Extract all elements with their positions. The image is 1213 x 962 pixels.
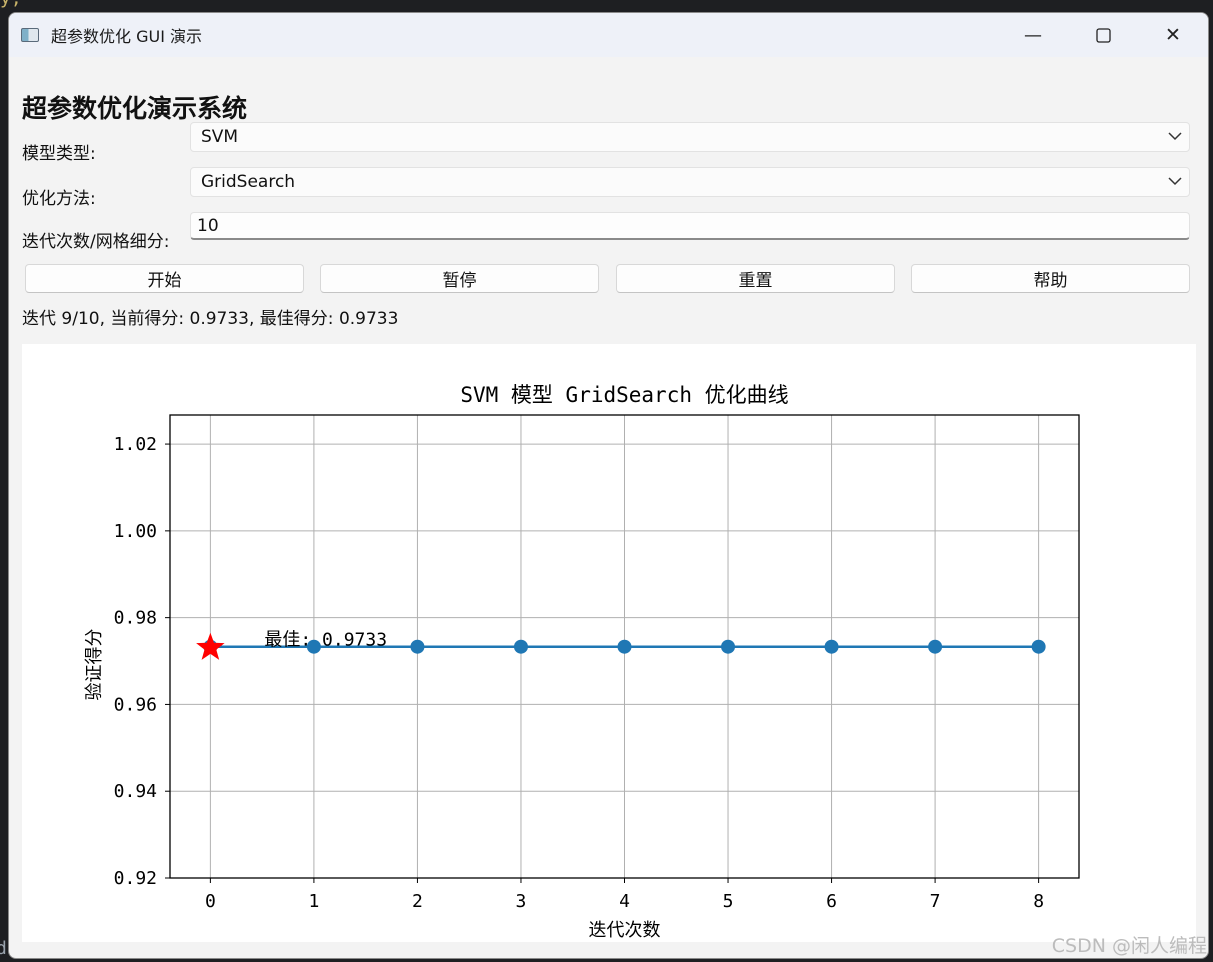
- x-tick-label: 2: [412, 891, 423, 912]
- x-tick-label: 6: [826, 891, 837, 912]
- y-tick-label: 0.96: [114, 694, 157, 715]
- background-code-fragment: y,: [0, 0, 22, 9]
- pause-button[interactable]: 暂停: [320, 264, 599, 293]
- data-point: [410, 639, 425, 654]
- iterations-value: 10: [197, 215, 219, 236]
- x-tick-label: 1: [308, 891, 319, 912]
- window-title: 超参数优化 GUI 演示: [51, 27, 203, 46]
- y-tick-label: 0.92: [114, 868, 157, 889]
- optimization-chart: SVM 模型 GridSearch 优化曲线 0 1 2 3 4 5 6 7 8 0.92 0.94 0…: [84, 383, 1080, 941]
- chevron-down-icon: [1168, 177, 1182, 186]
- y-tick-label: 0.98: [114, 608, 157, 629]
- app-icon: [21, 28, 39, 42]
- title-bar: 超参数优化 GUI 演示 — ✕: [9, 13, 1208, 57]
- model-type-select[interactable]: SVM: [190, 122, 1190, 152]
- close-button[interactable]: ✕: [1138, 13, 1208, 57]
- maximize-icon: [1095, 27, 1111, 43]
- maximize-button[interactable]: [1068, 13, 1138, 57]
- close-icon: ✕: [1165, 24, 1181, 46]
- chart-title: SVM 模型 GridSearch 优化曲线: [460, 383, 788, 407]
- window-controls: — ✕: [998, 13, 1208, 57]
- data-point: [928, 639, 943, 654]
- y-tick-label: 1.02: [114, 434, 157, 455]
- help-button[interactable]: 帮助: [911, 264, 1190, 293]
- iterations-label: 迭代次数/网格细分:: [22, 232, 170, 252]
- minimize-icon: —: [1024, 24, 1042, 46]
- best-annotation: 最佳: 0.9733: [264, 630, 387, 651]
- x-tick-label: 8: [1033, 891, 1044, 912]
- x-tick-label: 7: [930, 891, 941, 912]
- plot-canvas: SVM 模型 GridSearch 优化曲线 0 1 2 3 4 5 6 7 8 0.92 0.94 0…: [22, 344, 1196, 942]
- data-point: [1031, 639, 1046, 654]
- status-text: 迭代 9/10, 当前得分: 0.9733, 最佳得分: 0.9733: [22, 309, 399, 329]
- data-point: [824, 639, 839, 654]
- watermark: CSDN @闲人编程: [1051, 935, 1207, 957]
- app-window: 超参数优化 GUI 演示 — ✕ 超参数优化演示系统 模型类型: SVM 优化方…: [8, 12, 1209, 959]
- data-point: [617, 639, 632, 654]
- x-axis-label: 迭代次数: [589, 920, 661, 941]
- y-tick-label: 0.94: [114, 781, 157, 802]
- optimization-method-select[interactable]: GridSearch: [190, 167, 1190, 197]
- y-axis-label: 验证得分: [84, 629, 105, 701]
- optimization-method-value: GridSearch: [201, 172, 296, 192]
- x-tick-label: 0: [205, 891, 216, 912]
- model-type-value: SVM: [201, 127, 239, 147]
- page-title: 超参数优化演示系统: [22, 94, 248, 123]
- start-button[interactable]: 开始: [25, 264, 304, 293]
- data-point: [721, 639, 736, 654]
- optimization-method-label: 优化方法:: [22, 189, 96, 209]
- x-tick-label: 4: [619, 891, 630, 912]
- x-tick-label: 3: [516, 891, 527, 912]
- iterations-input[interactable]: 10: [190, 212, 1190, 240]
- model-type-label: 模型类型:: [22, 144, 96, 164]
- y-tick-label: 1.00: [114, 521, 157, 542]
- data-point: [513, 639, 528, 654]
- chevron-down-icon: [1168, 132, 1182, 141]
- minimize-button[interactable]: —: [998, 13, 1068, 57]
- reset-button[interactable]: 重置: [616, 264, 895, 293]
- x-tick-label: 5: [723, 891, 734, 912]
